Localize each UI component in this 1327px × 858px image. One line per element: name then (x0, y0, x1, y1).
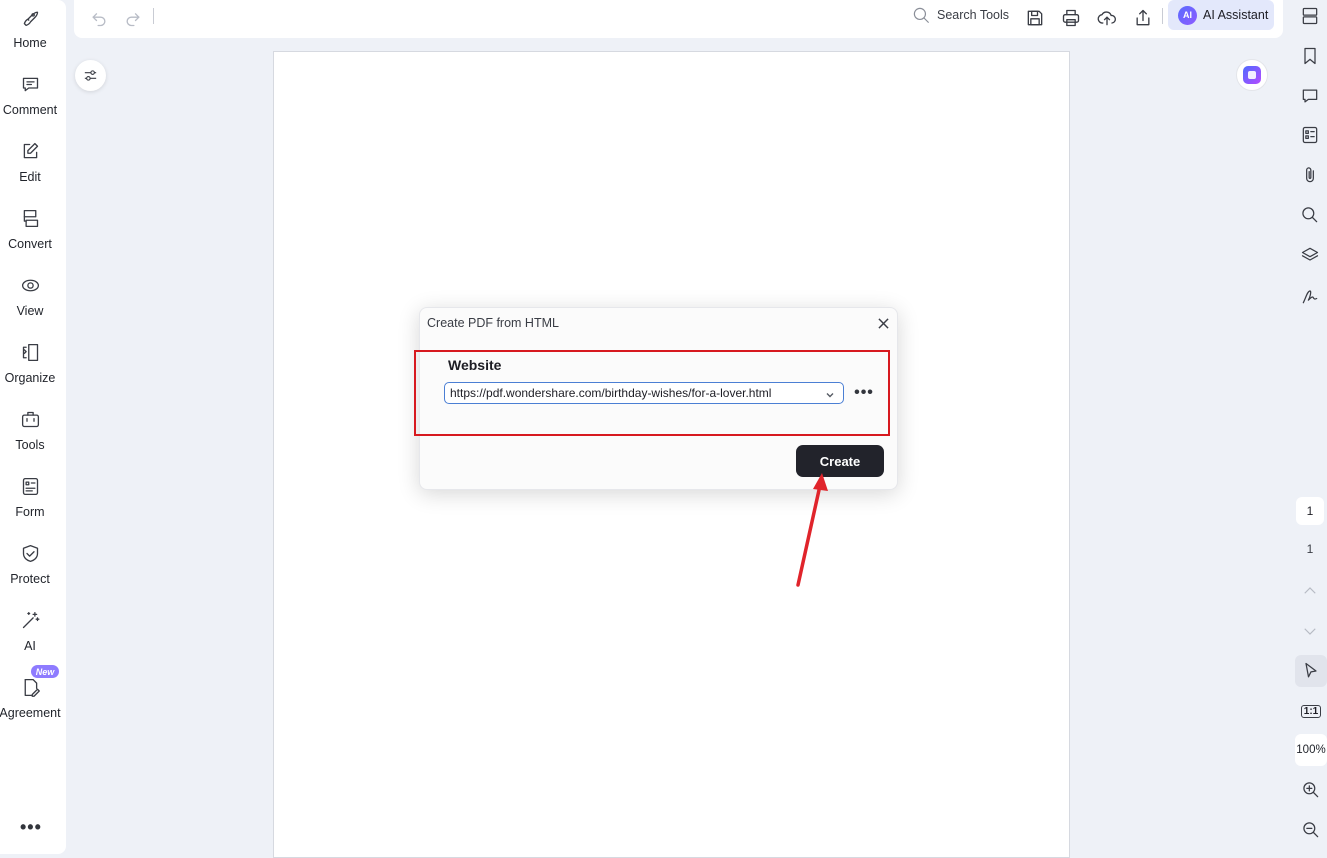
edit-icon (19, 140, 41, 162)
sidebar-item-label: Agreement (0, 706, 61, 720)
more-options-icon[interactable]: ••• (20, 818, 41, 840)
sidebar-item-ai[interactable]: AI (0, 605, 60, 665)
zoom-level[interactable]: 100% (1295, 734, 1327, 766)
zoom-in-icon (1303, 782, 1319, 798)
sidebar-item-label: Protect (10, 572, 50, 586)
dialog-title: Create PDF from HTML (427, 316, 559, 330)
close-icon[interactable] (875, 315, 891, 331)
cloud-upload-icon[interactable] (1094, 5, 1120, 31)
sidebar-item-label: Convert (8, 237, 52, 251)
search-tools-button[interactable]: Search Tools (912, 4, 1009, 26)
comment-icon (19, 73, 41, 95)
sidebar-item-tools[interactable]: Tools (0, 404, 60, 464)
search-icon (913, 7, 930, 23)
url-value: https://pdf.wondershare.com/birthday-wis… (450, 386, 772, 400)
view-icon (19, 274, 41, 296)
sidebar-item-convert[interactable]: Convert (0, 203, 60, 263)
sidebar-item-label: Home (13, 36, 47, 50)
thumbnails-icon[interactable] (1298, 4, 1322, 28)
print-icon[interactable] (1058, 5, 1084, 31)
rocket-icon (19, 6, 41, 28)
left-sidebar: Home Comment Edit Convert View Organize … (0, 0, 66, 854)
convert-icon (19, 207, 41, 229)
sidebar-item-view[interactable]: View (0, 270, 60, 330)
sidebar-item-label: Tools (15, 438, 45, 452)
website-label: Website (448, 357, 502, 373)
organize-icon (19, 341, 41, 363)
ai-logo-icon: AI (1178, 5, 1197, 25)
zoom-out-button[interactable] (1295, 814, 1327, 846)
more-options-button[interactable]: ••• (853, 382, 875, 404)
sidebar-item-edit[interactable]: Edit (0, 136, 60, 196)
sidebar-item-comment[interactable]: Comment (0, 69, 60, 129)
pdf-editor-app: Home Comment Edit Convert View Organize … (0, 0, 1327, 858)
sidebar-item-agreement[interactable]: Agreement (0, 672, 61, 732)
search-icon[interactable] (1298, 203, 1322, 227)
select-tool-button[interactable] (1295, 655, 1327, 687)
ai-assistant-button[interactable]: AI AI Assistant (1168, 0, 1274, 30)
new-badge: New (31, 665, 59, 678)
right-sidebar (1290, 0, 1327, 858)
website-url-input[interactable]: https://pdf.wondershare.com/birthday-wis… (444, 382, 844, 404)
zoom-out-icon (1303, 822, 1319, 838)
chevron-down-icon[interactable] (1298, 619, 1322, 643)
sliders-icon (84, 70, 97, 81)
display-settings-button[interactable] (75, 60, 106, 91)
layers-icon[interactable] (1298, 243, 1322, 267)
sidebar-item-label: Form (15, 505, 45, 519)
total-pages: 1 (1306, 542, 1314, 556)
red-arrow-annotation (796, 473, 828, 587)
actual-size-label: 1:1 (1300, 704, 1322, 718)
agreement-icon (19, 676, 41, 698)
sidebar-item-label: View (16, 304, 44, 318)
redo-icon[interactable] (120, 5, 146, 31)
chevron-down-icon[interactable] (825, 386, 837, 400)
sidebar-item-home[interactable]: Home (0, 2, 60, 62)
toolbox-icon (19, 408, 41, 430)
zoom-in-button[interactable] (1295, 774, 1327, 806)
signature-icon[interactable] (1298, 284, 1322, 308)
chevron-up-icon[interactable] (1298, 579, 1322, 603)
current-page-field[interactable]: 1 (1296, 497, 1324, 525)
comment-panel-icon[interactable] (1298, 84, 1322, 108)
toolbar-divider (1162, 8, 1163, 24)
create-pdf-from-html-dialog: Create PDF from HTML Website https://pdf… (414, 307, 898, 490)
toolbar-divider (153, 8, 154, 24)
sidebar-item-label: Organize (4, 371, 56, 385)
cursor-icon (1305, 662, 1317, 678)
ai-assistant-label: AI Assistant (1203, 8, 1269, 22)
bookmark-icon[interactable] (1298, 44, 1322, 68)
form-fields-icon[interactable] (1298, 123, 1322, 147)
save-icon[interactable] (1022, 5, 1048, 31)
sidebar-item-label: Edit (19, 170, 41, 184)
sidebar-item-organize[interactable]: Organize (0, 337, 60, 397)
sidebar-item-protect[interactable]: Protect (0, 538, 60, 598)
shield-icon (19, 542, 41, 564)
share-icon[interactable] (1130, 5, 1156, 31)
form-icon (19, 475, 41, 497)
magic-wand-icon (19, 609, 41, 631)
top-toolbar: Search Tools AI AI Assistant (74, 0, 1283, 38)
actual-size-button[interactable]: 1:1 (1295, 695, 1327, 727)
search-tools-label: Search Tools (937, 8, 1010, 22)
undo-icon[interactable] (86, 5, 112, 31)
sidebar-item-label: Comment (2, 103, 58, 117)
sidebar-item-label: AI (24, 639, 36, 653)
attachment-icon[interactable] (1298, 163, 1322, 187)
floating-ai-app-icon[interactable] (1236, 59, 1268, 91)
sidebar-item-form[interactable]: Form (0, 471, 60, 531)
